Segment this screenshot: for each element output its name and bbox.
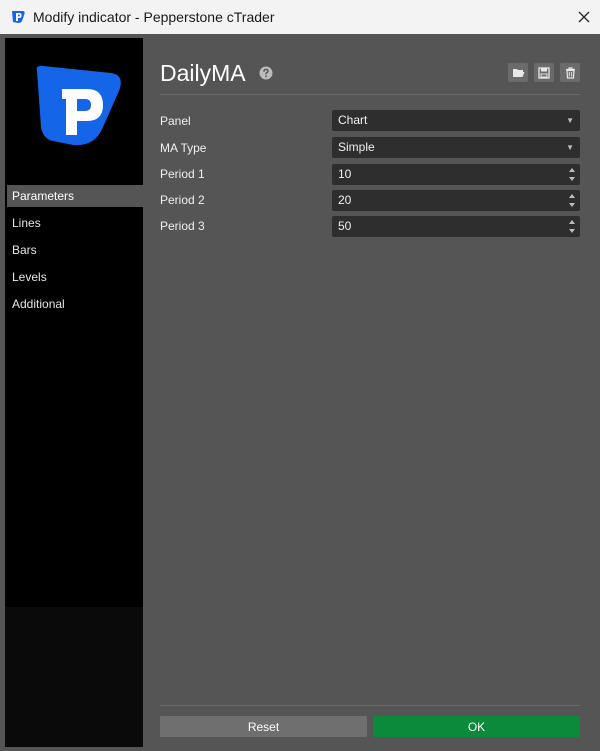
period2-label: Period 2 [160, 193, 205, 207]
period2-stepper[interactable]: 20 [332, 190, 580, 211]
window-title: Modify indicator - Pepperstone cTrader [33, 9, 275, 25]
ma-type-select[interactable]: Simple ▼ [332, 137, 580, 158]
panel-label: Panel [160, 114, 191, 128]
period3-label: Period 3 [160, 219, 205, 233]
dropdown-arrow-icon: ▼ [566, 143, 574, 152]
header-divider [160, 94, 580, 95]
period1-label: Period 1 [160, 167, 205, 181]
sidebar [5, 38, 143, 747]
ctrader-app-icon [12, 11, 25, 23]
sidebar-item-parameters[interactable]: Parameters [7, 185, 143, 207]
panel-value: Chart [338, 113, 368, 127]
spinner-arrows-icon[interactable] [568, 218, 576, 235]
ma-type-label: MA Type [160, 141, 207, 155]
delete-icon [565, 66, 575, 79]
title-bar: Modify indicator - Pepperstone cTrader [0, 0, 600, 34]
open-folder-icon [512, 69, 524, 77]
dropdown-arrow-icon: ▼ [566, 116, 574, 125]
ma-type-value: Simple [338, 140, 375, 154]
delete-template-button[interactable] [560, 63, 580, 82]
open-template-button[interactable] [508, 63, 528, 82]
reset-button[interactable]: Reset [160, 716, 367, 737]
sidebar-item-bars[interactable]: Bars [7, 239, 143, 261]
pepperstone-logo [36, 65, 121, 146]
ok-button[interactable]: OK [373, 716, 580, 737]
sidebar-item-levels[interactable]: Levels [7, 266, 143, 288]
period3-value: 50 [338, 219, 352, 233]
indicator-title: DailyMA [160, 60, 246, 86]
save-template-button[interactable] [534, 63, 554, 82]
close-icon [578, 11, 590, 23]
sidebar-footer-area [5, 607, 143, 747]
help-icon[interactable] [259, 66, 273, 80]
footer-divider [160, 705, 580, 706]
close-button[interactable] [568, 0, 600, 34]
sidebar-item-lines[interactable]: Lines [7, 212, 143, 234]
sidebar-item-additional[interactable]: Additional [7, 293, 143, 315]
period1-stepper[interactable]: 10 [332, 164, 580, 185]
spinner-arrows-icon[interactable] [568, 192, 576, 209]
panel-select[interactable]: Chart ▼ [332, 110, 580, 131]
period2-value: 20 [338, 193, 352, 207]
spinner-arrows-icon[interactable] [568, 166, 576, 183]
period3-stepper[interactable]: 50 [332, 216, 580, 237]
save-icon [538, 66, 550, 79]
period1-value: 10 [338, 167, 352, 181]
